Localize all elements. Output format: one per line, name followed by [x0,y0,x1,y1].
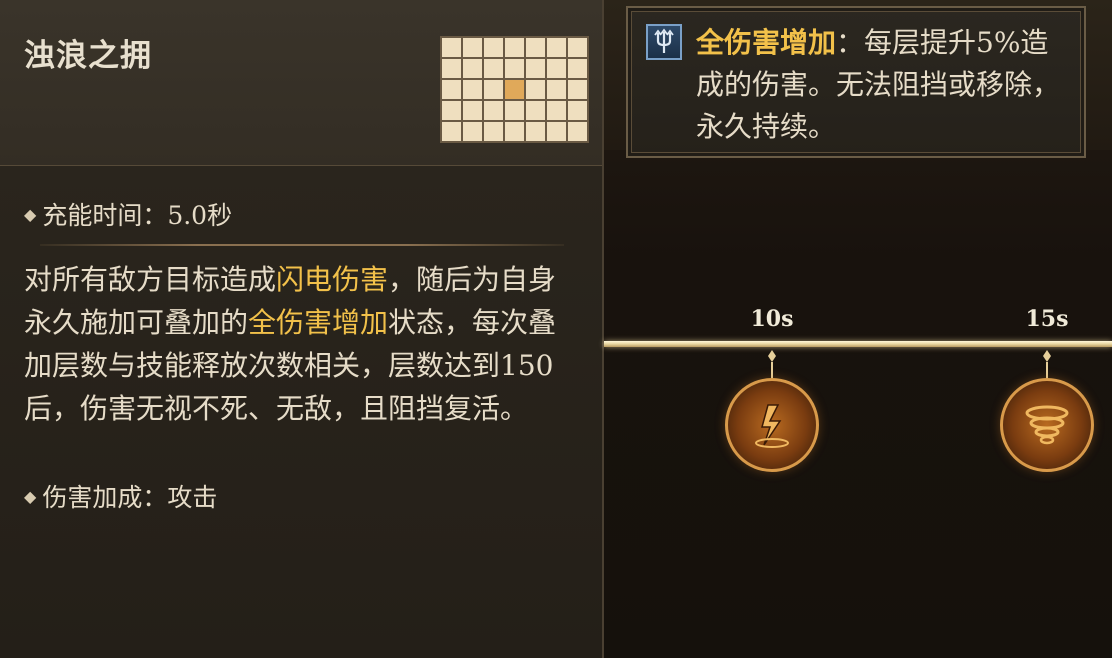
grid-cell [505,101,524,120]
buff-name: 全伤害增加 [696,26,837,59]
grid-cell [463,59,482,78]
grid-cell [505,38,524,57]
grid-cell-target [505,80,524,99]
grid-cell [505,122,524,141]
grid-cell [463,80,482,99]
range-grid [440,36,589,143]
grid-cell [505,59,524,78]
grid-cell [568,101,587,120]
timeline-connector [768,350,776,378]
skill-description: 对所有敌方目标造成闪电伤害，随后为自身永久施加可叠加的全伤害增加状态，每次叠加层… [24,258,584,430]
buff-tooltip: 全伤害增加：每层提升5%造成的伤害。无法阻挡或移除，永久持续。 [626,6,1086,158]
skill-header: 浊浪之拥 [0,0,602,166]
grid-cell [568,122,587,141]
timeline-connector [1043,350,1051,378]
diamond-icon: ◆ [24,204,37,224]
grid-cell [547,101,566,120]
grid-cell [547,38,566,57]
grid-cell [442,122,461,141]
grid-cell [526,122,545,141]
whirlwind-skill-icon[interactable] [1000,378,1094,472]
divider [40,244,564,246]
grid-cell [442,80,461,99]
grid-cell [547,59,566,78]
cooldown-stat: ◆ 充能时间：5.0秒 [24,196,232,232]
grid-cell [484,122,503,141]
grid-cell [526,38,545,57]
grid-cell [568,38,587,57]
grid-cell [463,101,482,120]
timeline-bar [604,341,1112,347]
lightning-skill-icon[interactable] [725,378,819,472]
grid-cell [442,38,461,57]
tooltip-text: 全伤害增加：每层提升5%造成的伤害。无法阻挡或移除，永久持续。 [696,22,1076,148]
diamond-icon: ◆ [24,486,37,506]
grid-cell [547,122,566,141]
damage-bonus-stat: ◆ 伤害加成：攻击 [24,478,217,514]
damage-bonus-text: 伤害加成：攻击 [42,483,218,512]
skill-panel: 浊浪之拥 ◆ 充能时间：5.0秒 对所有敌方目标造成闪电伤害，随后为自身永久施加… [0,0,604,658]
grid-cell [484,59,503,78]
skill-title: 浊浪之拥 [24,38,152,74]
grid-cell [484,80,503,99]
grid-cell [463,38,482,57]
grid-cell [568,80,587,99]
grid-cell [463,122,482,141]
highlight-term: 全伤害增加 [248,306,389,339]
grid-cell [526,101,545,120]
grid-cell [484,101,503,120]
tick-label: 15s [1025,306,1069,332]
grid-cell [526,59,545,78]
highlight-term: 闪电伤害 [276,263,389,296]
grid-cell [526,80,545,99]
description-text: 对所有敌方目标造成 [24,263,277,296]
grid-cell [442,101,461,120]
grid-cell [547,80,566,99]
grid-cell [484,38,503,57]
trident-icon[interactable] [646,24,682,60]
cooldown-text: 充能时间：5.0秒 [42,201,233,230]
grid-cell [568,59,587,78]
tick-label: 10s [750,306,794,332]
grid-cell [442,59,461,78]
